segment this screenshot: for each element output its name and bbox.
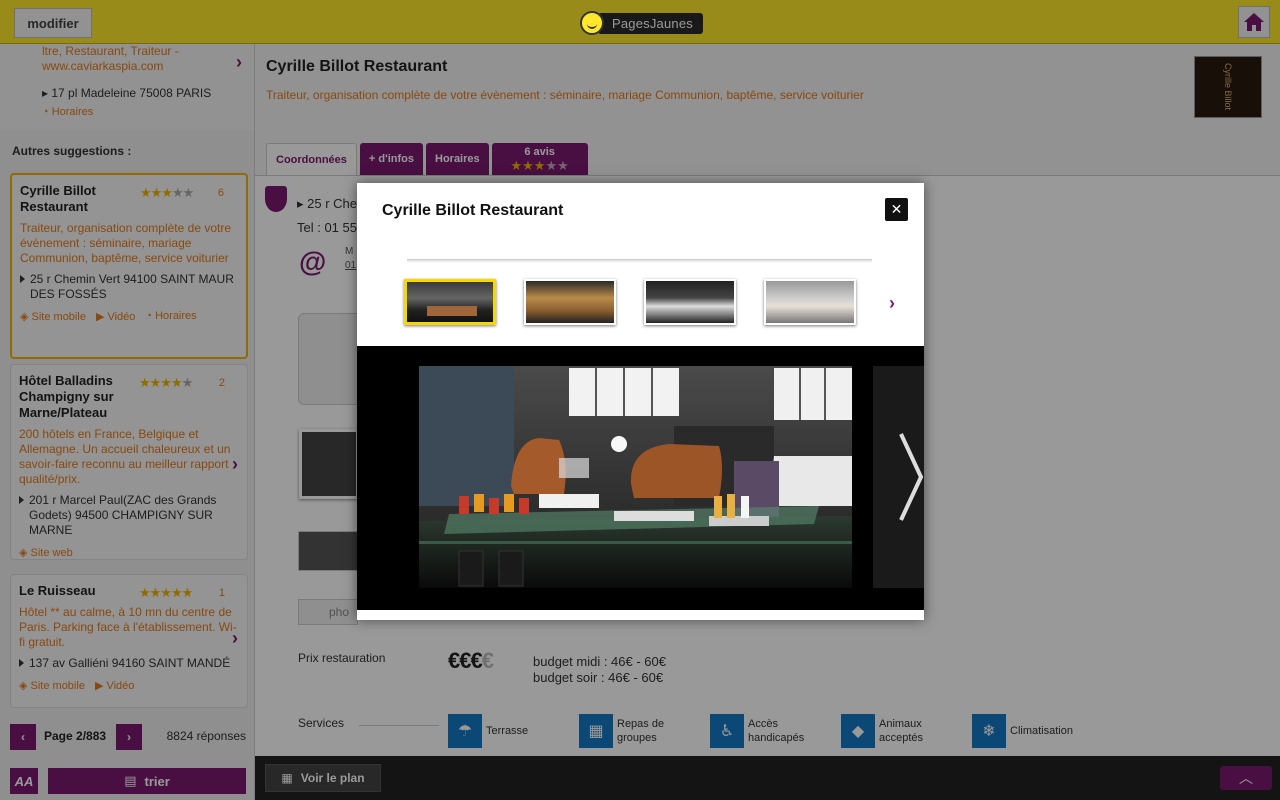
gallery-thumbnail[interactable] — [764, 279, 856, 325]
thumbnails-next-chevron-icon[interactable]: › — [889, 293, 895, 314]
gallery-thumbnail[interactable] — [644, 279, 736, 325]
gallery-thumbnail[interactable] — [404, 279, 496, 325]
photo-viewer — [357, 346, 924, 610]
next-photo-arrow-icon[interactable] — [897, 432, 925, 522]
close-button[interactable]: ✕ — [885, 198, 908, 221]
modal-divider — [407, 259, 872, 263]
photo-gallery-modal: Cyrille Billot Restaurant ✕ › — [357, 183, 924, 620]
thumbnail-strip — [404, 279, 856, 325]
logo-smiley-icon — [580, 11, 604, 35]
main-photo[interactable] — [419, 366, 852, 588]
modal-title: Cyrille Billot Restaurant — [382, 202, 564, 219]
gallery-thumbnail[interactable] — [524, 279, 616, 325]
restaurant-photo — [419, 366, 852, 588]
close-icon: ✕ — [890, 201, 903, 217]
